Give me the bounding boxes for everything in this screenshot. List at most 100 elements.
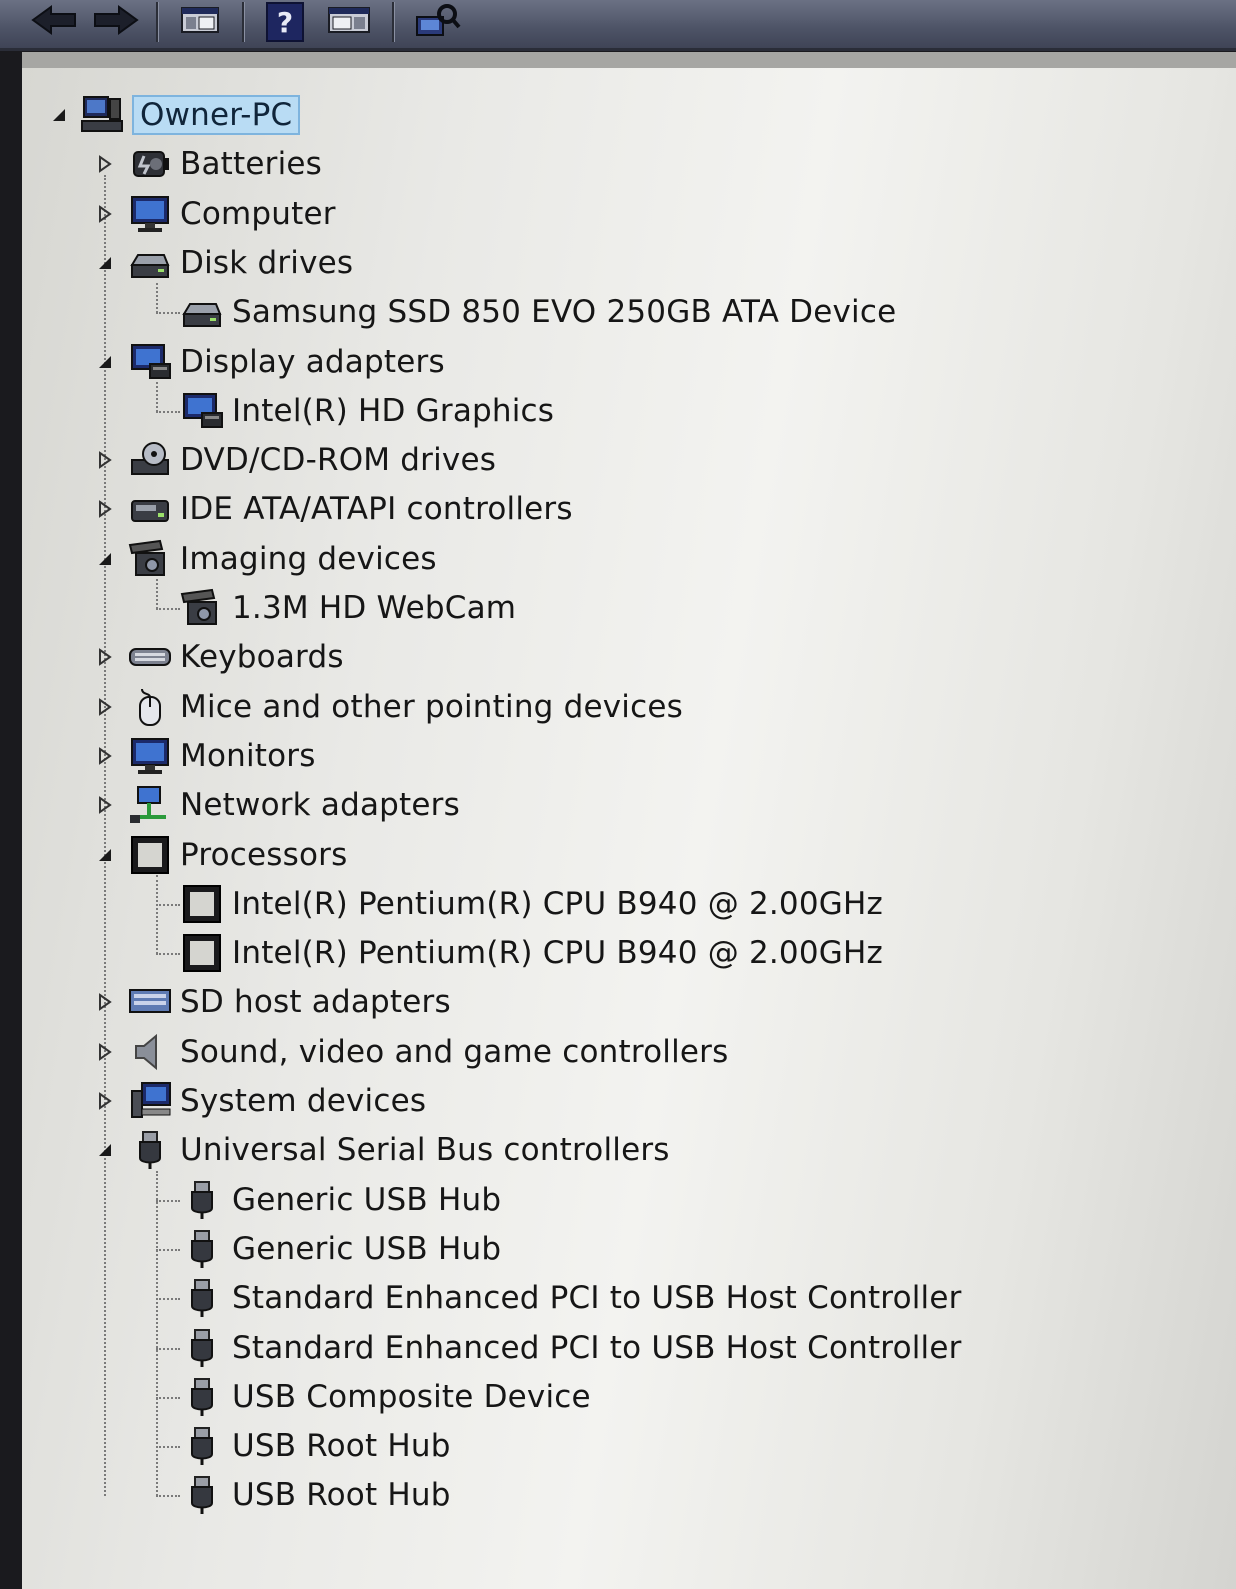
tree-device-item[interactable]: Intel(R) Pentium(R) CPU B940 @ 2.00GHz (178, 881, 883, 927)
tree-device-item[interactable]: USB Composite Device (178, 1374, 591, 1420)
collapse-arrow-icon[interactable] (50, 92, 68, 138)
dvd-drive-icon (126, 440, 174, 480)
usb-icon (178, 1377, 226, 1417)
tree-connector (156, 283, 158, 314)
help-icon: ? (266, 2, 304, 42)
tree-device-item[interactable]: Intel(R) Pentium(R) CPU B940 @ 2.00GHz (178, 930, 883, 976)
tree-node-label: Mice and other pointing devices (180, 688, 683, 725)
tree-node-label: Batteries (180, 146, 323, 183)
tree-connector (156, 381, 158, 412)
expand-arrow-icon[interactable] (96, 634, 114, 680)
mouse-icon (126, 687, 174, 727)
device-tree: Owner-PC Batteries Computer Disk drives Sams… (22, 52, 1236, 1589)
tree-connector (156, 903, 180, 906)
expand-arrow-icon[interactable] (96, 782, 114, 828)
expand-arrow-icon[interactable] (96, 684, 114, 730)
tree-category-monitors[interactable]: Monitors (126, 733, 316, 779)
tree-device-item[interactable]: Intel(R) HD Graphics (178, 388, 554, 434)
tree-node-label: Network adapters (180, 787, 460, 824)
toolbar: ? (0, 0, 1236, 51)
tree-device-item[interactable]: Standard Enhanced PCI to USB Host Contro… (178, 1275, 962, 1321)
tree-connector (156, 1495, 180, 1498)
tree-connector (156, 1298, 180, 1301)
tree-connector (156, 1170, 158, 1497)
processor-icon (126, 835, 174, 875)
battery-icon (126, 144, 174, 184)
tree-category-keyboards[interactable]: Keyboards (126, 634, 344, 680)
show-hide-action-pane-button[interactable] (324, 4, 374, 40)
tree-category-imaging-devices[interactable]: Imaging devices (126, 536, 437, 582)
usb-icon (178, 1475, 226, 1515)
display-adapter-icon (178, 391, 226, 431)
expand-arrow-icon[interactable] (96, 437, 114, 483)
tree-category-network-adapters[interactable]: Network adapters (126, 782, 460, 828)
tree-device-item[interactable]: Generic USB Hub (178, 1226, 501, 1272)
system-devices-icon (126, 1081, 174, 1121)
forward-button[interactable] (92, 4, 140, 40)
tree-node-label: Intel(R) Pentium(R) CPU B940 @ 2.00GHz (232, 935, 883, 972)
collapse-arrow-icon[interactable] (96, 832, 114, 878)
tree-node-label: Display adapters (180, 343, 445, 380)
tree-device-item[interactable]: 1.3M HD WebCam (178, 585, 516, 631)
keyboard-icon (126, 637, 174, 677)
toolbar-separator (242, 2, 245, 42)
tree-node-label: Sound, video and game controllers (180, 1033, 729, 1070)
expand-arrow-icon[interactable] (96, 733, 114, 779)
tree-connector (156, 1446, 180, 1449)
expand-arrow-icon[interactable] (96, 191, 114, 237)
tree-category-mice-and-other-pointing-devices[interactable]: Mice and other pointing devices (126, 684, 683, 730)
tree-node-label: IDE ATA/ATAPI controllers (180, 491, 573, 528)
expand-arrow-icon[interactable] (96, 979, 114, 1025)
tree-device-item[interactable]: USB Root Hub (178, 1472, 451, 1518)
toolbar-separator (392, 2, 395, 42)
tree-category-disk-drives[interactable]: Disk drives (126, 240, 353, 286)
display-adapter-icon (126, 342, 174, 382)
show-hide-console-tree-button[interactable] (176, 4, 224, 40)
update-driver-button[interactable] (410, 4, 464, 40)
tree-connector (156, 874, 158, 955)
processor-icon (178, 933, 226, 973)
tree-category-dvd-cd-rom-drives[interactable]: DVD/CD-ROM drives (126, 437, 496, 483)
tree-device-item[interactable]: Standard Enhanced PCI to USB Host Contro… (178, 1325, 962, 1371)
usb-icon (178, 1426, 226, 1466)
tree-device-item[interactable]: Generic USB Hub (178, 1177, 501, 1223)
processor-icon (178, 884, 226, 924)
tree-root-owner-pc[interactable]: Owner-PC (78, 92, 301, 138)
tree-category-ide-ata-atapi-controllers[interactable]: IDE ATA/ATAPI controllers (126, 486, 573, 532)
tree-node-label: DVD/CD-ROM drives (180, 442, 497, 479)
tree-category-batteries[interactable]: Batteries (126, 141, 322, 187)
tree-device-item[interactable]: USB Root Hub (178, 1423, 451, 1469)
help-button[interactable]: ? (262, 2, 308, 42)
expand-arrow-icon[interactable] (96, 486, 114, 532)
tree-category-processors[interactable]: Processors (126, 832, 347, 878)
tree-node-label: 1.3M HD WebCam (232, 590, 517, 626)
root-node-label: Owner-PC (132, 95, 301, 135)
tree-category-sd-host-adapters[interactable]: SD host adapters (126, 979, 451, 1025)
tree-device-item[interactable]: Samsung SSD 850 EVO 250GB ATA Device (178, 289, 896, 335)
arrow-left-icon (31, 5, 77, 39)
collapse-arrow-icon[interactable] (96, 339, 114, 385)
tree-node-label: Generic USB Hub (232, 1181, 502, 1218)
back-button[interactable] (30, 4, 78, 40)
speaker-icon (126, 1032, 174, 1072)
tree-node-label: Keyboards (180, 639, 344, 676)
tree-category-universal-serial-bus-controllers[interactable]: Universal Serial Bus controllers (126, 1127, 670, 1173)
collapse-arrow-icon[interactable] (96, 536, 114, 582)
expand-arrow-icon[interactable] (96, 1029, 114, 1075)
collapse-arrow-icon[interactable] (96, 240, 114, 286)
tree-category-system-devices[interactable]: System devices (126, 1078, 426, 1124)
tree-node-label: USB Root Hub (232, 1477, 451, 1514)
tree-category-sound-video-and-game-controllers[interactable]: Sound, video and game controllers (126, 1029, 728, 1075)
usb-icon (178, 1278, 226, 1318)
tree-connector (156, 1347, 180, 1350)
expand-arrow-icon[interactable] (96, 141, 114, 187)
tree-category-computer[interactable]: Computer (126, 191, 336, 237)
expand-arrow-icon[interactable] (96, 1078, 114, 1124)
tree-node-label: Universal Serial Bus controllers (180, 1132, 670, 1169)
camera-icon (126, 539, 174, 579)
network-adapter-icon (126, 785, 174, 825)
computer-icon (78, 95, 126, 135)
tree-category-display-adapters[interactable]: Display adapters (126, 339, 445, 385)
tree-node-label: Standard Enhanced PCI to USB Host Contro… (232, 1280, 962, 1317)
collapse-arrow-icon[interactable] (96, 1127, 114, 1173)
